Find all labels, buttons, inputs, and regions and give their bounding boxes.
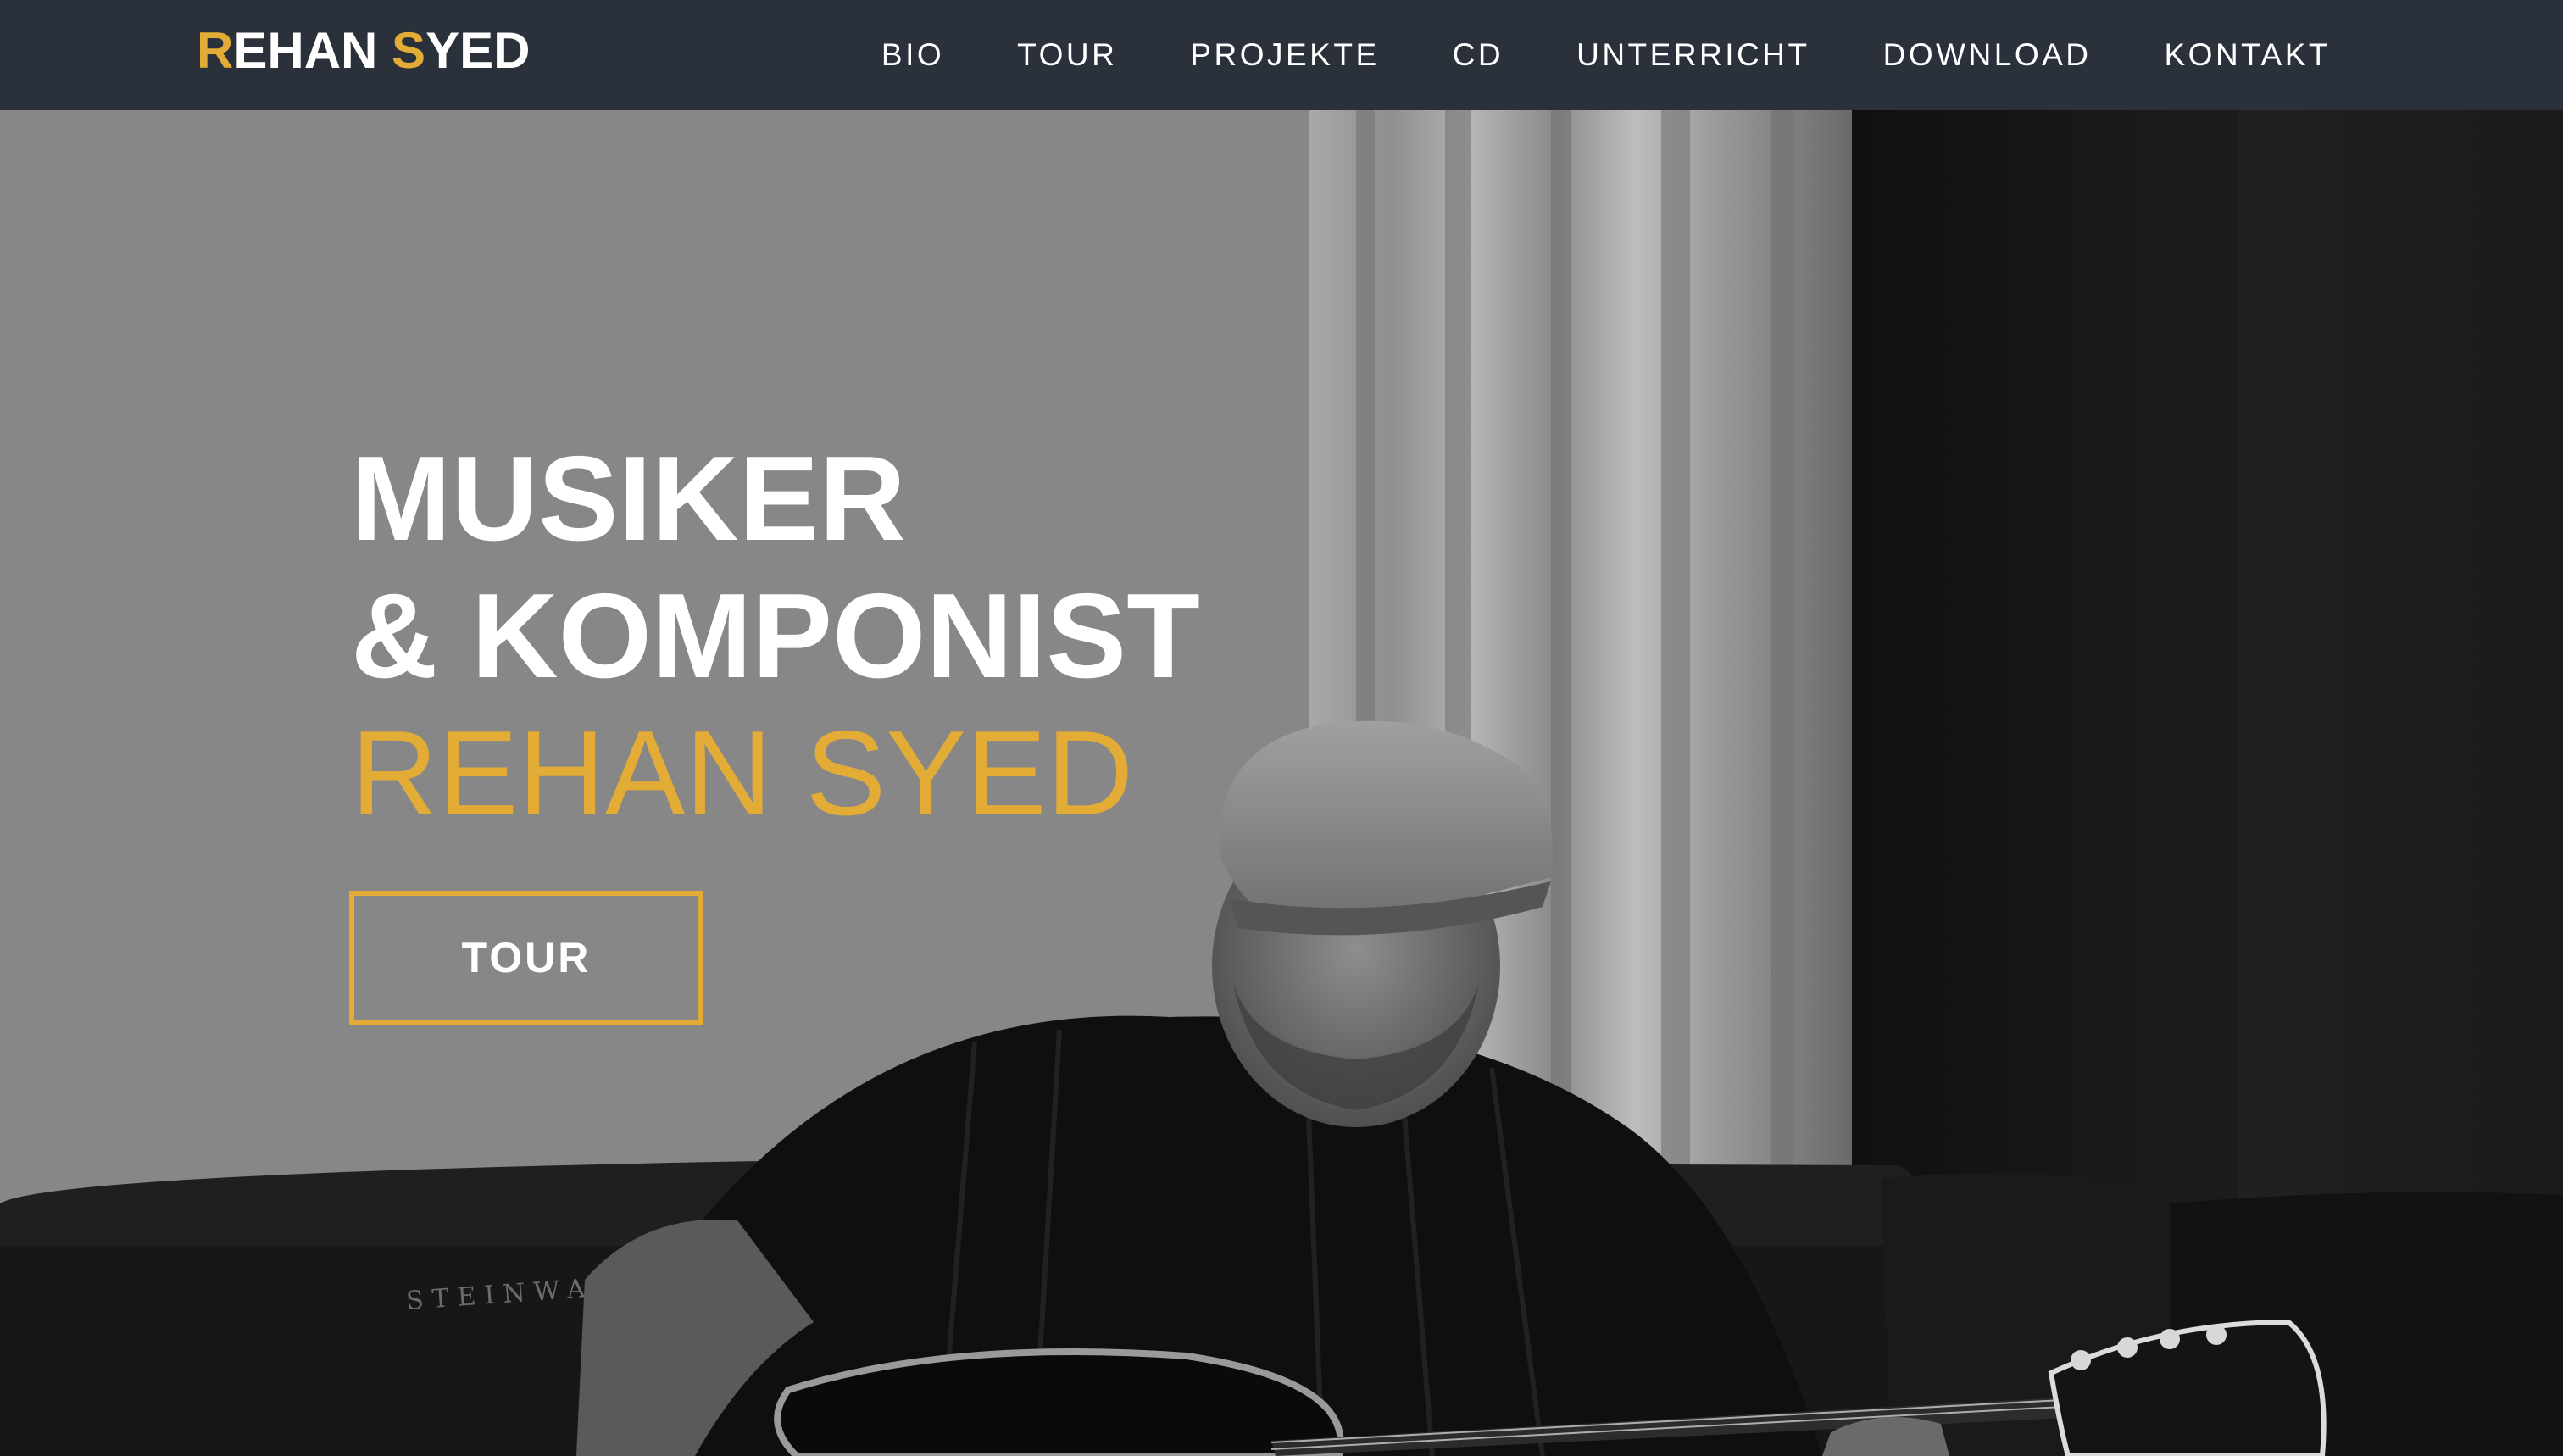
- nav-item-kontakt[interactable]: KONTAKT: [2165, 0, 2332, 110]
- site-logo[interactable]: REHAN SYED: [197, 20, 530, 81]
- hero-title-line-1: MUSIKER: [351, 431, 906, 566]
- nav-item-bio[interactable]: BIO: [881, 0, 944, 110]
- page: STEINWAY REHAN SYED BIO TOUR PROJEKTE CD…: [0, 0, 2563, 1456]
- logo-initial-s: S: [392, 22, 426, 79]
- logo-second-rest: YED: [425, 22, 531, 79]
- nav-item-download[interactable]: DOWNLOAD: [1883, 0, 2092, 110]
- tour-button[interactable]: TOUR: [349, 891, 703, 1025]
- main-nav: BIO TOUR PROJEKTE CD UNTERRICHT DOWNLOAD…: [809, 0, 2331, 110]
- top-navbar: REHAN SYED BIO TOUR PROJEKTE CD UNTERRIC…: [0, 0, 2563, 110]
- logo-initial-r: R: [197, 22, 234, 79]
- nav-item-cd[interactable]: CD: [1453, 0, 1504, 110]
- logo-first-rest: EHAN: [233, 22, 392, 79]
- nav-item-tour[interactable]: TOUR: [1017, 0, 1117, 110]
- nav-item-projekte[interactable]: PROJEKTE: [1190, 0, 1379, 110]
- hero-title-line-2: & KOMPONIST: [351, 569, 1200, 703]
- hero-artist-name: REHAN SYED: [351, 706, 1134, 841]
- hero-headline: MUSIKER & KOMPONIST REHAN SYED: [351, 431, 1200, 842]
- nav-item-unterricht[interactable]: UNTERRICHT: [1576, 0, 1810, 110]
